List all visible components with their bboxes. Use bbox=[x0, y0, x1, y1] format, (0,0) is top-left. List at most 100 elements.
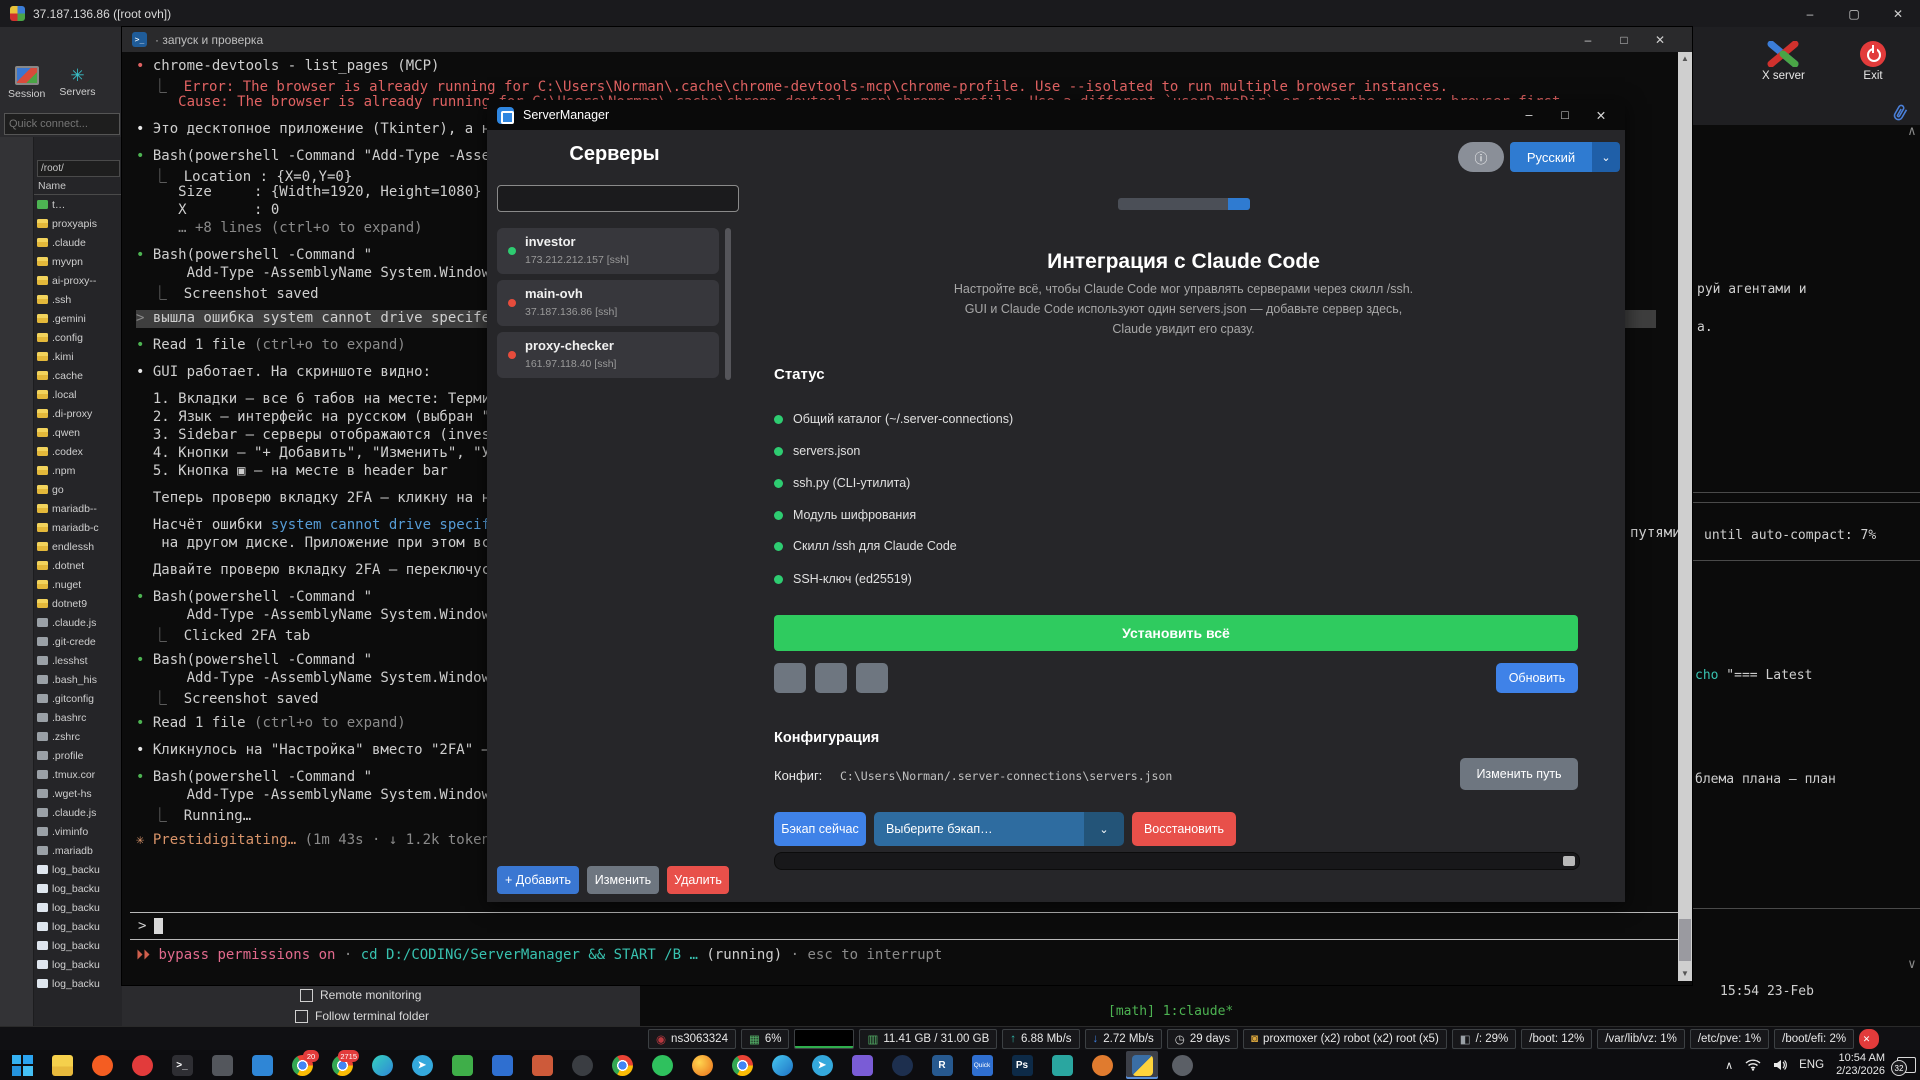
terminal-close-button[interactable]: ✕ bbox=[1642, 27, 1678, 52]
app-purple-icon[interactable] bbox=[846, 1051, 878, 1079]
tree-item[interactable]: .qwen bbox=[34, 423, 123, 442]
tree-item[interactable]: .nuget bbox=[34, 575, 123, 594]
tree-item[interactable]: mariadb-c bbox=[34, 518, 123, 537]
tree-item[interactable]: proxyapis bbox=[34, 214, 123, 233]
delete-server-button[interactable]: Удалить bbox=[667, 866, 729, 894]
app-teal-icon[interactable] bbox=[1046, 1051, 1078, 1079]
quick-connect-input[interactable] bbox=[4, 113, 120, 135]
paperclip-icon[interactable] bbox=[1888, 100, 1912, 125]
tree-item[interactable]: .npm bbox=[34, 461, 123, 480]
app-orange-circle-icon[interactable] bbox=[1086, 1051, 1118, 1079]
tree-item[interactable]: t… bbox=[34, 195, 123, 214]
file-explorer-icon[interactable] bbox=[46, 1051, 78, 1079]
chrome-icon[interactable] bbox=[606, 1051, 638, 1079]
tree-item[interactable]: .viminfo bbox=[34, 822, 123, 841]
server-list-item[interactable]: main-ovh 37.187.136.86 [ssh] bbox=[497, 280, 719, 326]
chrome-icon[interactable] bbox=[726, 1051, 758, 1079]
taskbar-clock[interactable]: 10:54 AM 2/23/2026 bbox=[1836, 1052, 1885, 1078]
tree-item[interactable]: .codex bbox=[34, 442, 123, 461]
scrollbar-thumb[interactable] bbox=[1679, 919, 1691, 961]
tree-item[interactable]: .wget-hs bbox=[34, 784, 123, 803]
tree-item[interactable]: ai-proxy-- bbox=[34, 271, 123, 290]
tree-item[interactable]: go bbox=[34, 480, 123, 499]
terminal-minimize-button[interactable]: – bbox=[1570, 27, 1606, 52]
tray-chevron-icon[interactable]: ∧ bbox=[1725, 1059, 1733, 1072]
checkbox-icon[interactable] bbox=[295, 1009, 308, 1023]
tree-item[interactable]: .config bbox=[34, 328, 123, 347]
sm-maximize-button[interactable]: □ bbox=[1547, 100, 1583, 130]
host-close-button[interactable]: ✕ bbox=[1876, 0, 1920, 27]
backup-now-button[interactable]: Бэкап сейчас bbox=[774, 812, 866, 846]
chrome-icon[interactable]: 20 bbox=[286, 1050, 319, 1079]
component-chip[interactable] bbox=[815, 663, 847, 693]
app-dark-circle-icon[interactable] bbox=[566, 1051, 598, 1079]
tree-item[interactable]: .claude bbox=[34, 233, 123, 252]
terminal-maximize-button[interactable]: □ bbox=[1606, 27, 1642, 52]
horizontal-scrollbar[interactable] bbox=[774, 852, 1580, 870]
scrollbar-thumb[interactable] bbox=[1563, 856, 1575, 866]
tree-item[interactable]: .cache bbox=[34, 366, 123, 385]
tree-item[interactable]: .git-crede bbox=[34, 632, 123, 651]
checkbox-icon[interactable] bbox=[300, 988, 313, 1002]
tree-item[interactable]: .claude.js bbox=[34, 613, 123, 632]
tree-item[interactable]: .profile bbox=[34, 746, 123, 765]
telegram-icon[interactable]: ➤ bbox=[406, 1051, 438, 1079]
exit-button[interactable]: Exit bbox=[1860, 41, 1886, 82]
restore-button[interactable]: Восстановить bbox=[1132, 812, 1236, 846]
tree-item[interactable]: .zshrc bbox=[34, 727, 123, 746]
scroll-down-icon[interactable]: ▼ bbox=[1678, 967, 1692, 981]
server-list-scrollbar[interactable] bbox=[725, 228, 731, 380]
tree-item[interactable]: log_backu bbox=[34, 879, 123, 898]
servers-button[interactable]: ✳ Servers bbox=[59, 57, 95, 109]
telegram-icon[interactable]: ➤ bbox=[806, 1051, 838, 1079]
terminal-titlebar[interactable]: >_ · запуск и проверка – □ ✕ bbox=[122, 27, 1692, 52]
tree-item[interactable]: .bashrc bbox=[34, 708, 123, 727]
app-green-icon[interactable] bbox=[446, 1051, 478, 1079]
current-path[interactable]: /root/ bbox=[37, 160, 120, 177]
tree-item[interactable]: .dotnet bbox=[34, 556, 123, 575]
install-all-button[interactable]: Установить всё bbox=[774, 615, 1578, 651]
app-gray-icon[interactable] bbox=[206, 1051, 238, 1079]
follow-terminal-folder-option[interactable]: Follow terminal folder bbox=[295, 1009, 429, 1023]
server-search-input[interactable] bbox=[497, 185, 739, 212]
refresh-button[interactable]: Обновить bbox=[1496, 663, 1578, 693]
sm-minimize-button[interactable]: – bbox=[1511, 100, 1547, 130]
tree-item[interactable]: log_backu bbox=[34, 974, 123, 993]
wifi-icon[interactable] bbox=[1745, 1059, 1761, 1071]
tree-item[interactable]: log_backu bbox=[34, 955, 123, 974]
start-button[interactable] bbox=[6, 1051, 38, 1079]
r-app-icon[interactable]: R bbox=[926, 1051, 958, 1079]
add-server-button[interactable]: + Добавить bbox=[497, 866, 579, 894]
tree-item[interactable]: .tmux.cor bbox=[34, 765, 123, 784]
tree-item[interactable]: log_backu bbox=[34, 917, 123, 936]
python-app-icon[interactable] bbox=[1126, 1051, 1158, 1079]
tree-item[interactable]: dotnet9 bbox=[34, 594, 123, 613]
tree-item[interactable]: .ssh bbox=[34, 290, 123, 309]
claude-input-box[interactable]: > bbox=[130, 912, 1684, 940]
chrome-icon[interactable]: 2715 bbox=[326, 1050, 359, 1079]
tree-item[interactable]: mariadb-- bbox=[34, 499, 123, 518]
host-maximize-button[interactable]: ▢ bbox=[1832, 0, 1876, 27]
server-list-item[interactable]: proxy-checker 161.97.118.40 [ssh] bbox=[497, 332, 719, 378]
photoshop-icon[interactable]: Ps bbox=[1006, 1051, 1038, 1079]
terminal-dark-icon[interactable]: >_ bbox=[166, 1051, 198, 1079]
quick-tile-icon[interactable]: Quick bbox=[966, 1051, 998, 1079]
app-red-icon[interactable] bbox=[126, 1051, 158, 1079]
scroll-up-icon[interactable]: ▲ bbox=[1678, 52, 1692, 66]
tree-item[interactable]: .kimi bbox=[34, 347, 123, 366]
speaker-icon[interactable] bbox=[1773, 1059, 1787, 1071]
steam-icon[interactable] bbox=[886, 1051, 918, 1079]
servermanager-titlebar[interactable]: ServerManager – □ ✕ bbox=[487, 100, 1625, 130]
language-indicator[interactable]: ENG bbox=[1799, 1059, 1824, 1071]
component-chip[interactable] bbox=[774, 663, 806, 693]
host-minimize-button[interactable]: – bbox=[1788, 0, 1832, 27]
server-list-item[interactable]: investor 173.212.212.157 [ssh] bbox=[497, 228, 719, 274]
tree-item[interactable]: .lesshst bbox=[34, 651, 123, 670]
backup-select-dropdown[interactable]: Выберите бэкап… ⌄ bbox=[874, 812, 1124, 846]
firefox-icon[interactable] bbox=[686, 1051, 718, 1079]
tree-item[interactable]: .gitconfig bbox=[34, 689, 123, 708]
tree-item[interactable]: .local bbox=[34, 385, 123, 404]
tree-item[interactable]: log_backu bbox=[34, 860, 123, 879]
sm-close-button[interactable]: ✕ bbox=[1583, 100, 1619, 130]
app-blue-icon[interactable] bbox=[486, 1051, 518, 1079]
